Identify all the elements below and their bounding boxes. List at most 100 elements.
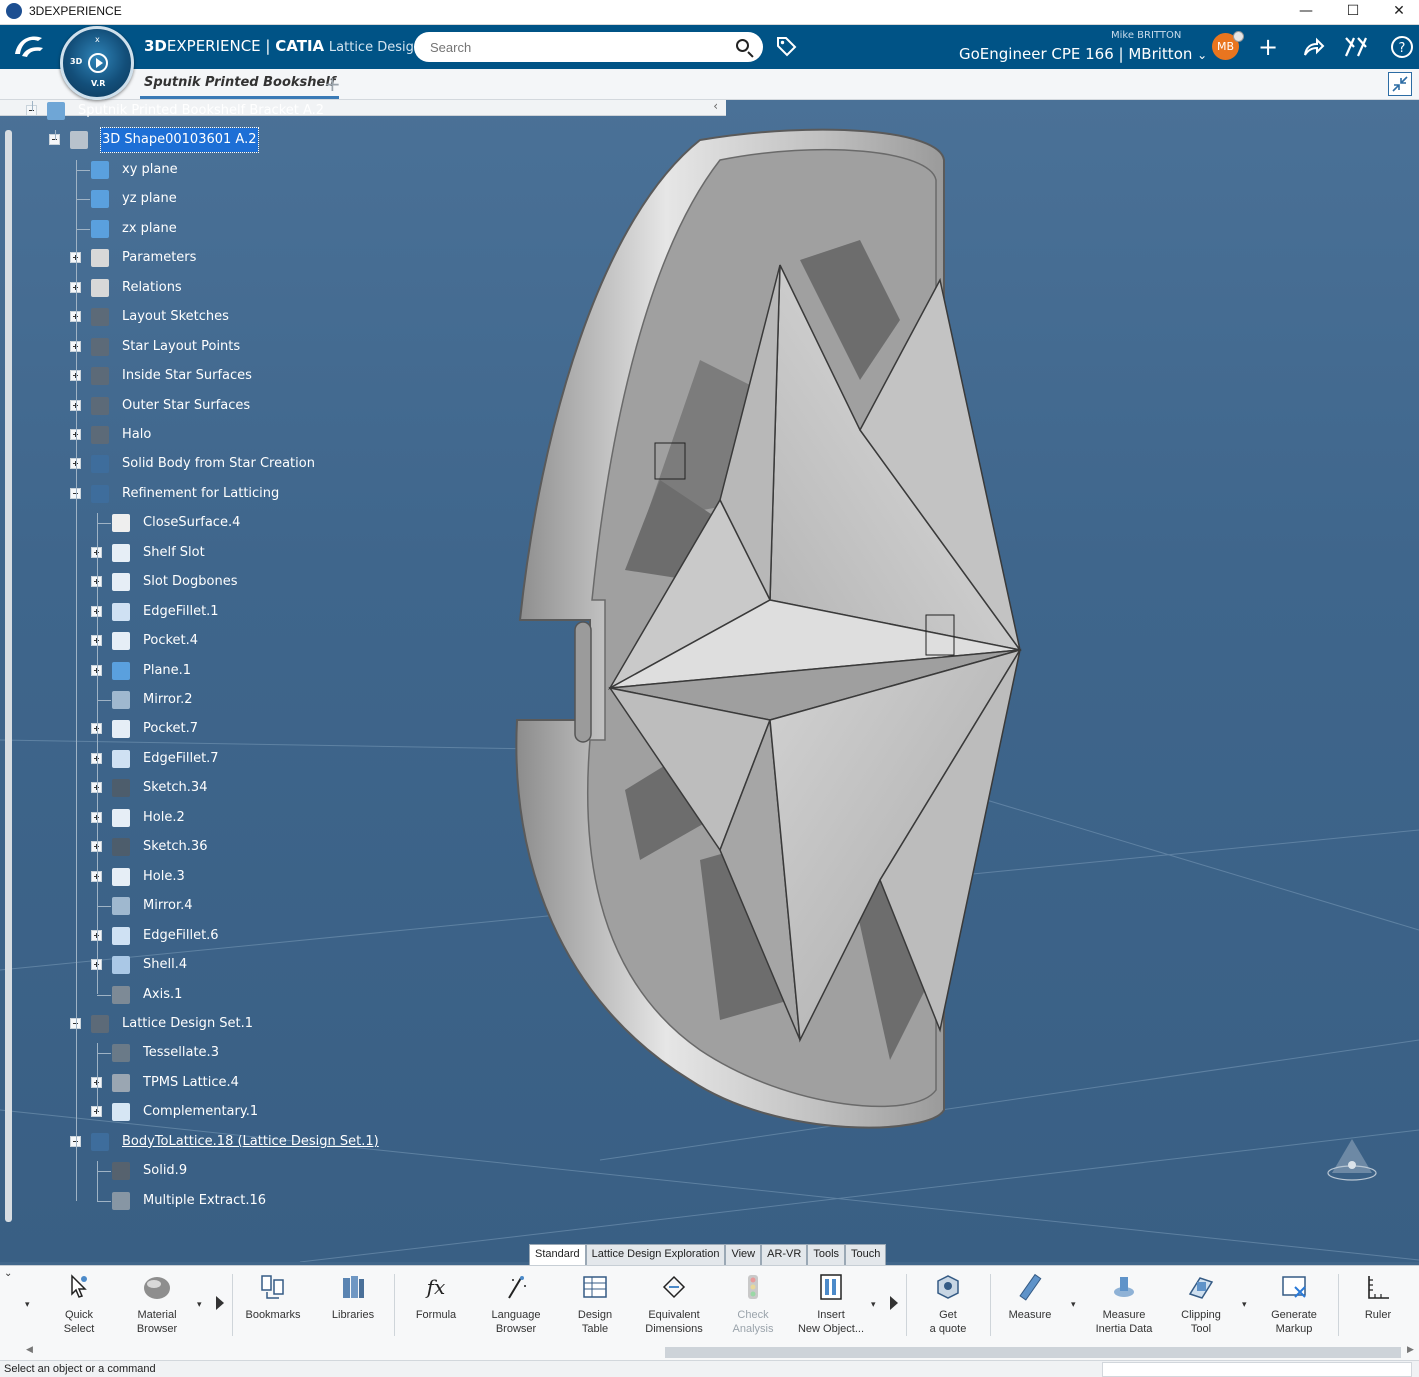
tree-node[interactable]: Shell.4 [0, 953, 400, 977]
equivalent-dimensions-button[interactable]: Equivalent Dimensions [640, 1272, 708, 1336]
tree-node[interactable]: zx plane [0, 217, 400, 241]
tree-node[interactable]: Outer Star Surfaces [0, 394, 400, 418]
tree-node[interactable]: xy plane [0, 158, 400, 182]
insert-dropdown-icon[interactable]: ▾ [871, 1300, 876, 1310]
tree-node[interactable]: Parameters [0, 246, 400, 270]
tree-node[interactable]: Relations [0, 276, 400, 300]
check-analysis-button[interactable]: Check Analysis [724, 1272, 782, 1336]
measure-button[interactable]: Measure [1002, 1272, 1058, 1322]
scroll-left-icon[interactable]: ◀ [26, 1345, 33, 1355]
help-icon[interactable]: ? [1386, 31, 1418, 63]
close-button[interactable]: ✕ [1376, 0, 1419, 25]
add-tab-icon[interactable]: + [324, 72, 341, 96]
clipping-tool-button[interactable]: Clipping Tool [1172, 1272, 1230, 1336]
material-dropdown-icon[interactable]: ▾ [197, 1300, 202, 1310]
bookmarks-button[interactable]: Bookmarks [244, 1272, 302, 1322]
tree-node[interactable]: Multiple Extract.16 [0, 1189, 400, 1213]
language-browser-button[interactable]: Language Browser [484, 1272, 548, 1336]
insert-new-object-button[interactable]: Insert New Object... [794, 1272, 868, 1336]
get-a-quote-button[interactable]: Get a quote [920, 1272, 976, 1336]
quick-select-dropdown-icon[interactable]: ▾ [25, 1300, 30, 1310]
search-input[interactable] [430, 38, 720, 56]
tree-node[interactable]: EdgeFillet.6 [0, 924, 400, 948]
tree-node[interactable]: Layout Sketches [0, 305, 400, 329]
tree-node[interactable]: Pocket.4 [0, 629, 400, 653]
compass-apps-icon[interactable] [1340, 31, 1372, 63]
tree-node[interactable]: yz plane [0, 187, 400, 211]
tree-node[interactable]: Complementary.1 [0, 1100, 400, 1124]
material-browser-icon [144, 1277, 170, 1299]
tab-lattice-design-exploration[interactable]: Lattice Design Exploration [585, 1244, 726, 1265]
clipping-dropdown-icon[interactable]: ▾ [1242, 1300, 1247, 1310]
tenant-selector[interactable]: GoEngineer CPE 166 | MBritton ⌄ [959, 45, 1207, 63]
generate-markup-button[interactable]: Generate Markup [1262, 1272, 1326, 1336]
tag-icon[interactable] [775, 35, 797, 57]
avatar[interactable]: MB [1212, 31, 1244, 60]
tree-node[interactable]: CloseSurface.4 [0, 511, 400, 535]
tree-node[interactable]: Slot Dogbones [0, 570, 400, 594]
tree-node[interactable]: TPMS Lattice.4 [0, 1071, 400, 1095]
action-bar-scrollbar[interactable]: ◀ ▶ [0, 1345, 1419, 1360]
tree-node[interactable]: Pocket.7 [0, 717, 400, 741]
more-commands-icon[interactable] [216, 1296, 224, 1310]
search-box[interactable] [414, 32, 763, 62]
tree-connector [97, 1043, 98, 1113]
tab-touch[interactable]: Touch [845, 1244, 887, 1265]
tree-node[interactable]: Mirror.2 [0, 688, 400, 712]
tree-node[interactable]: Star Layout Points [0, 335, 400, 359]
tree-node[interactable]: Mirror.4 [0, 894, 400, 918]
compass-play-icon[interactable] [88, 53, 108, 73]
tree-node[interactable]: Solid Body from Star Creation [0, 452, 400, 476]
tab-standard[interactable]: Standard [529, 1244, 586, 1265]
tree-node[interactable]: Solid.9 [0, 1159, 400, 1183]
collapse-tree-icon[interactable]: ‹ [713, 100, 718, 113]
tree-node[interactable]: Inside Star Surfaces [0, 364, 400, 388]
language-browser-label: Language Browser [491, 1309, 541, 1335]
tree-node[interactable]: Plane.1 [0, 659, 400, 683]
dassault-logo-icon[interactable] [12, 32, 46, 66]
tab-view[interactable]: View [725, 1244, 762, 1265]
search-icon[interactable] [736, 39, 749, 52]
tree-node[interactable]: 3D Shape00103601 A.2 [0, 127, 400, 154]
measure-dropdown-icon[interactable]: ▾ [1071, 1300, 1076, 1310]
window-title: 3DEXPERIENCE [29, 4, 122, 18]
tree-node[interactable]: EdgeFillet.1 [0, 600, 400, 624]
tab-tools[interactable]: Tools [807, 1244, 846, 1265]
tree-node[interactable]: Sketch.34 [0, 776, 400, 800]
action-bar-toggle-icon[interactable]: ⌄ [4, 1268, 12, 1279]
tree-node[interactable]: Halo [0, 423, 400, 447]
ruler-button[interactable]: Ruler [1352, 1272, 1404, 1322]
tab-sputnik-printed-bookshelf[interactable]: Sputnik Printed Bookshelf [140, 73, 340, 99]
scroll-right-icon[interactable]: ▶ [1407, 1345, 1414, 1355]
tree-node[interactable]: Tessellate.3 [0, 1041, 400, 1065]
power-input-field[interactable] [1102, 1362, 1412, 1377]
material-browser-button[interactable]: Material Browser [126, 1272, 188, 1336]
share-icon[interactable] [1297, 31, 1329, 63]
compass-widget[interactable]: x 3D V.R [60, 26, 134, 100]
measure-inertia-button[interactable]: Measure Inertia Data [1090, 1272, 1158, 1336]
check-analysis-label: Check Analysis [732, 1309, 774, 1335]
design-table-button[interactable]: Design Table [566, 1272, 624, 1336]
tree-node[interactable]: Refinement for Latticing [0, 482, 400, 506]
quick-select-button[interactable]: Quick Select [52, 1272, 106, 1336]
minimize-button[interactable]: — [1283, 0, 1329, 25]
tree-node[interactable]: Shelf Slot [0, 541, 400, 565]
tree-node[interactable]: Hole.3 [0, 865, 400, 889]
scroll-thumb[interactable] [665, 1347, 1401, 1358]
tree-node[interactable]: Axis.1 [0, 983, 400, 1007]
tree-node[interactable]: Lattice Design Set.1 [0, 1012, 400, 1036]
libraries-button[interactable]: Libraries [324, 1272, 382, 1322]
more-commands-icon[interactable] [890, 1296, 898, 1310]
maximize-button[interactable]: ☐ [1330, 0, 1376, 25]
formula-button[interactable]: fx Formula [408, 1272, 464, 1322]
tab-ar-vr[interactable]: AR-VR [761, 1244, 808, 1265]
add-content-icon[interactable]: + [1252, 31, 1284, 63]
tree-node[interactable]: BodyToLattice.18 (Lattice Design Set.1) [0, 1130, 400, 1154]
tree-node[interactable]: Sputnik Printed Bookshelf Bracket A.2 [0, 100, 400, 123]
view-orientation-compass-icon[interactable] [1322, 1135, 1382, 1183]
collapse-view-button[interactable] [1388, 72, 1412, 96]
tree-node[interactable]: Sketch.36 [0, 835, 400, 859]
3d-viewport[interactable]: ‹ Sputnik Printed Bookshelf Bracket A.2 3… [0, 100, 1419, 1262]
tree-node[interactable]: Hole.2 [0, 806, 400, 830]
tree-node[interactable]: EdgeFillet.7 [0, 747, 400, 771]
